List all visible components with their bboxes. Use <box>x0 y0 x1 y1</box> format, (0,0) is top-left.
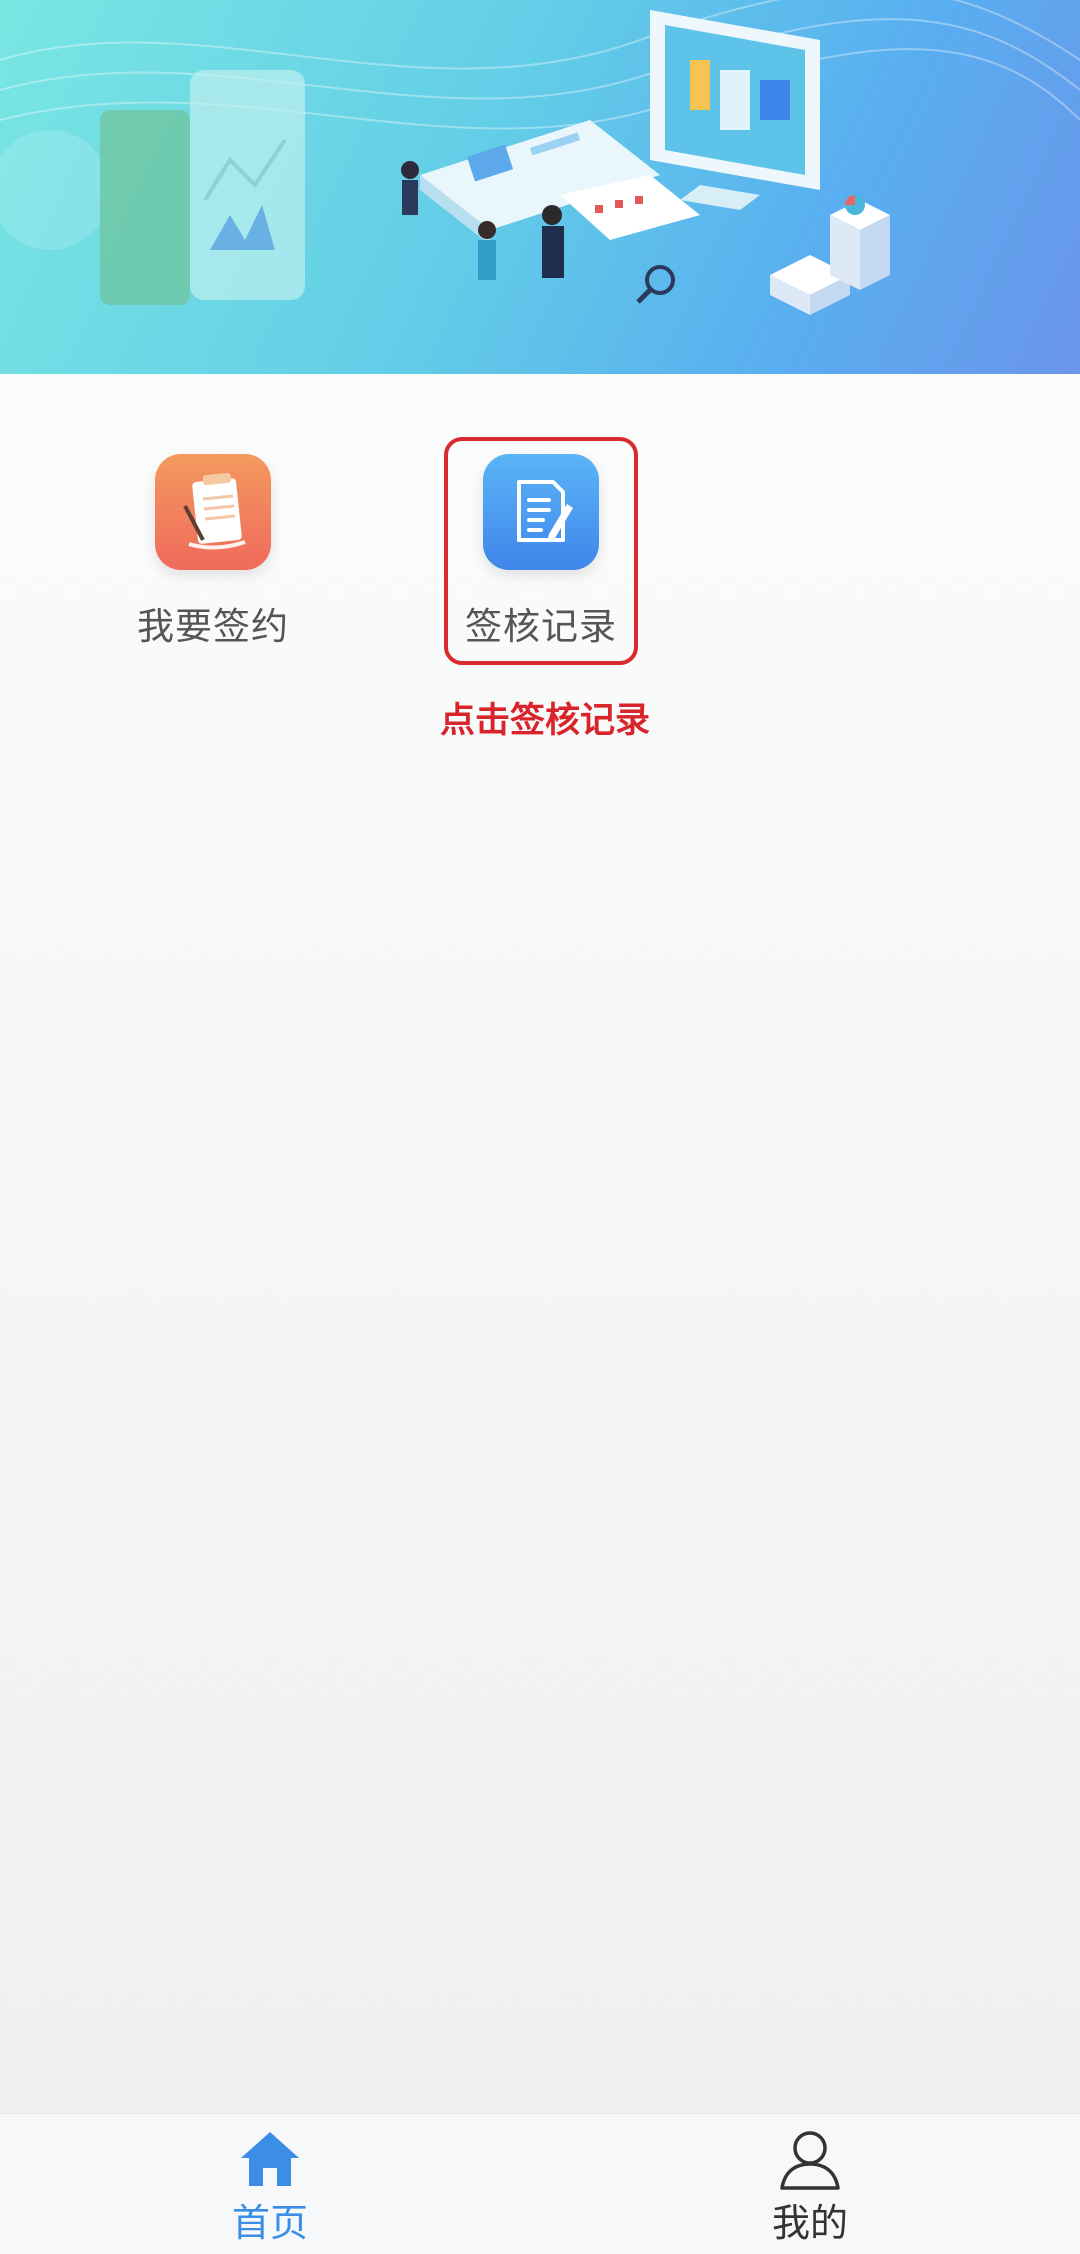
office-business-illustration <box>0 0 1080 315</box>
clipboard-sign-icon <box>155 454 271 570</box>
menu-item-label: 我要签约 <box>137 605 289 648</box>
highlight-frame <box>444 437 638 665</box>
bottom-tab-bar: 首页 我的 <box>0 2113 1080 2254</box>
instruction-annotation: 点击签核记录 <box>439 701 650 741</box>
tab-home[interactable]: 首页 <box>160 2114 380 2254</box>
tab-label-profile: 我的 <box>771 2201 848 2245</box>
menu-item-sign-contract[interactable]: 我要签约 <box>113 436 313 666</box>
home-icon <box>241 2132 299 2186</box>
user-icon <box>780 2131 840 2190</box>
tab-label-home: 首页 <box>231 2201 308 2245</box>
tab-profile[interactable]: 我的 <box>700 2114 920 2254</box>
hero-banner <box>0 0 1080 374</box>
